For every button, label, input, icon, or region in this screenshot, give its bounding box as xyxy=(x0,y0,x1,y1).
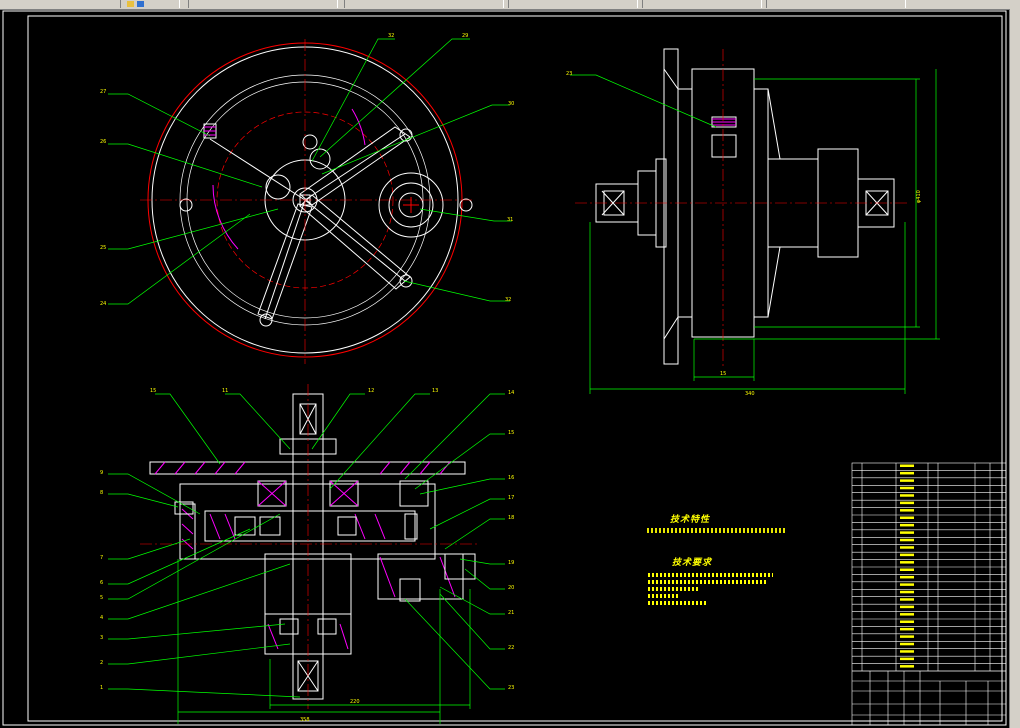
toolbar-dropdown[interactable] xyxy=(642,0,762,8)
svg-text:31: 31 xyxy=(507,217,513,223)
title-block xyxy=(852,670,1006,725)
technical-requirements-text xyxy=(648,601,706,605)
svg-text:20: 20 xyxy=(508,585,514,591)
parts-list-cell-text xyxy=(900,501,914,505)
svg-text:11: 11 xyxy=(222,388,228,394)
vertical-scrollbar[interactable] xyxy=(1009,9,1020,728)
top-view-circular xyxy=(140,39,475,364)
parts-list-cell-text xyxy=(900,613,914,616)
parts-list-cell-text xyxy=(900,657,914,661)
svg-text:25: 25 xyxy=(100,245,106,251)
svg-text:358: 358 xyxy=(300,717,310,723)
parts-list-cell-text xyxy=(900,620,914,623)
parts-list-cell-text xyxy=(900,464,914,467)
side-view-dimensions xyxy=(570,69,940,394)
parts-list-cell-text xyxy=(900,486,914,490)
svg-text:16: 16 xyxy=(508,475,514,481)
section-view-centerline xyxy=(140,384,480,709)
side-view-centerline xyxy=(575,49,910,369)
parts-list-cell-text xyxy=(900,665,914,668)
svg-text:15: 15 xyxy=(150,388,156,394)
technical-characteristics-title: 技术特性 xyxy=(670,515,711,525)
svg-text:15: 15 xyxy=(508,430,514,436)
parts-list-cell-text xyxy=(900,598,914,601)
side-view-dim-labels: 23 15 340 φ410 xyxy=(566,71,922,397)
svg-text:6: 6 xyxy=(100,580,103,586)
svg-text:12: 12 xyxy=(368,388,374,394)
toolbar-dropdown[interactable] xyxy=(344,0,504,8)
svg-text:32: 32 xyxy=(505,297,511,303)
toolbar-segment[interactable] xyxy=(120,0,180,8)
parts-list-cell-text xyxy=(900,516,914,519)
technical-requirements-text xyxy=(648,573,773,577)
svg-text:17: 17 xyxy=(508,495,514,501)
parts-list-cell-text xyxy=(900,471,914,475)
parts-list-cell-text xyxy=(900,635,914,638)
svg-text:19: 19 xyxy=(508,560,514,566)
parts-list-cell-text xyxy=(900,561,914,564)
parts-list-cell-text xyxy=(900,642,914,646)
svg-text:24: 24 xyxy=(100,301,106,307)
parts-list-cell-text xyxy=(900,590,914,594)
svg-text:220: 220 xyxy=(350,699,360,705)
cad-drawing-canvas[interactable]: 272625 2432 29 303132 2315340 φ410 987 6… xyxy=(0,9,1010,728)
technical-requirements-text xyxy=(648,594,678,598)
parts-list-cell-text xyxy=(900,546,914,549)
svg-text:3: 3 xyxy=(100,635,103,641)
svg-text:2: 2 xyxy=(100,660,103,666)
svg-text:27: 27 xyxy=(100,89,106,95)
parts-list-cell-text xyxy=(900,479,914,482)
svg-text:13: 13 xyxy=(432,388,438,394)
toolbar-dropdown[interactable] xyxy=(188,0,338,8)
side-view xyxy=(595,48,895,365)
technical-requirements-text xyxy=(648,587,698,591)
svg-text:29: 29 xyxy=(462,33,468,39)
svg-text:15: 15 xyxy=(720,371,726,377)
parts-list-cell-text xyxy=(900,523,914,527)
parts-list-cell-text xyxy=(900,509,914,512)
parts-list-table xyxy=(851,462,1007,726)
parts-list-cell-text xyxy=(900,575,914,579)
svg-text:32: 32 xyxy=(388,33,394,39)
svg-text:18: 18 xyxy=(508,515,514,521)
leader-labels-section: 987 654 321 15 11 12 13 1415 161718 192021 … xyxy=(100,388,514,723)
toolbar-icon[interactable] xyxy=(127,1,134,7)
toolbar-dropdown[interactable] xyxy=(766,0,906,8)
svg-text:21: 21 xyxy=(508,610,514,616)
svg-text:7: 7 xyxy=(100,555,103,561)
svg-text:22: 22 xyxy=(508,645,514,651)
parts-list-cell-text xyxy=(900,494,914,497)
parts-list-cell-text xyxy=(900,627,914,631)
svg-text:23: 23 xyxy=(508,685,514,691)
svg-text:9: 9 xyxy=(100,470,103,476)
toolbar-dropdown[interactable] xyxy=(508,0,638,8)
parts-list-cell-text xyxy=(900,605,914,609)
toolbar-icon[interactable] xyxy=(137,1,144,7)
technical-requirements-text xyxy=(648,580,768,584)
svg-text:26: 26 xyxy=(100,139,106,145)
technical-characteristics-text xyxy=(647,528,787,533)
drawing-border-outer xyxy=(2,10,1007,726)
svg-text:4: 4 xyxy=(100,615,103,621)
svg-text:1: 1 xyxy=(100,685,103,691)
parts-list-cell-text xyxy=(900,583,914,586)
svg-text:φ410: φ410 xyxy=(916,190,922,203)
svg-text:14: 14 xyxy=(508,390,514,396)
svg-text:30: 30 xyxy=(508,101,514,107)
parts-list-cell-text xyxy=(900,553,914,557)
leader-lines-top-view xyxy=(108,38,512,305)
svg-text:23: 23 xyxy=(566,71,572,77)
parts-list-cell-text xyxy=(900,538,914,542)
section-view xyxy=(149,393,476,700)
technical-requirements-title: 技术要求 xyxy=(672,558,713,568)
svg-text:8: 8 xyxy=(100,490,103,496)
parts-list-cell-text xyxy=(900,568,914,571)
parts-list-cell-text xyxy=(900,531,914,534)
svg-text:5: 5 xyxy=(100,595,103,601)
parts-list-cell-text xyxy=(900,650,914,653)
svg-text:340: 340 xyxy=(745,391,755,397)
